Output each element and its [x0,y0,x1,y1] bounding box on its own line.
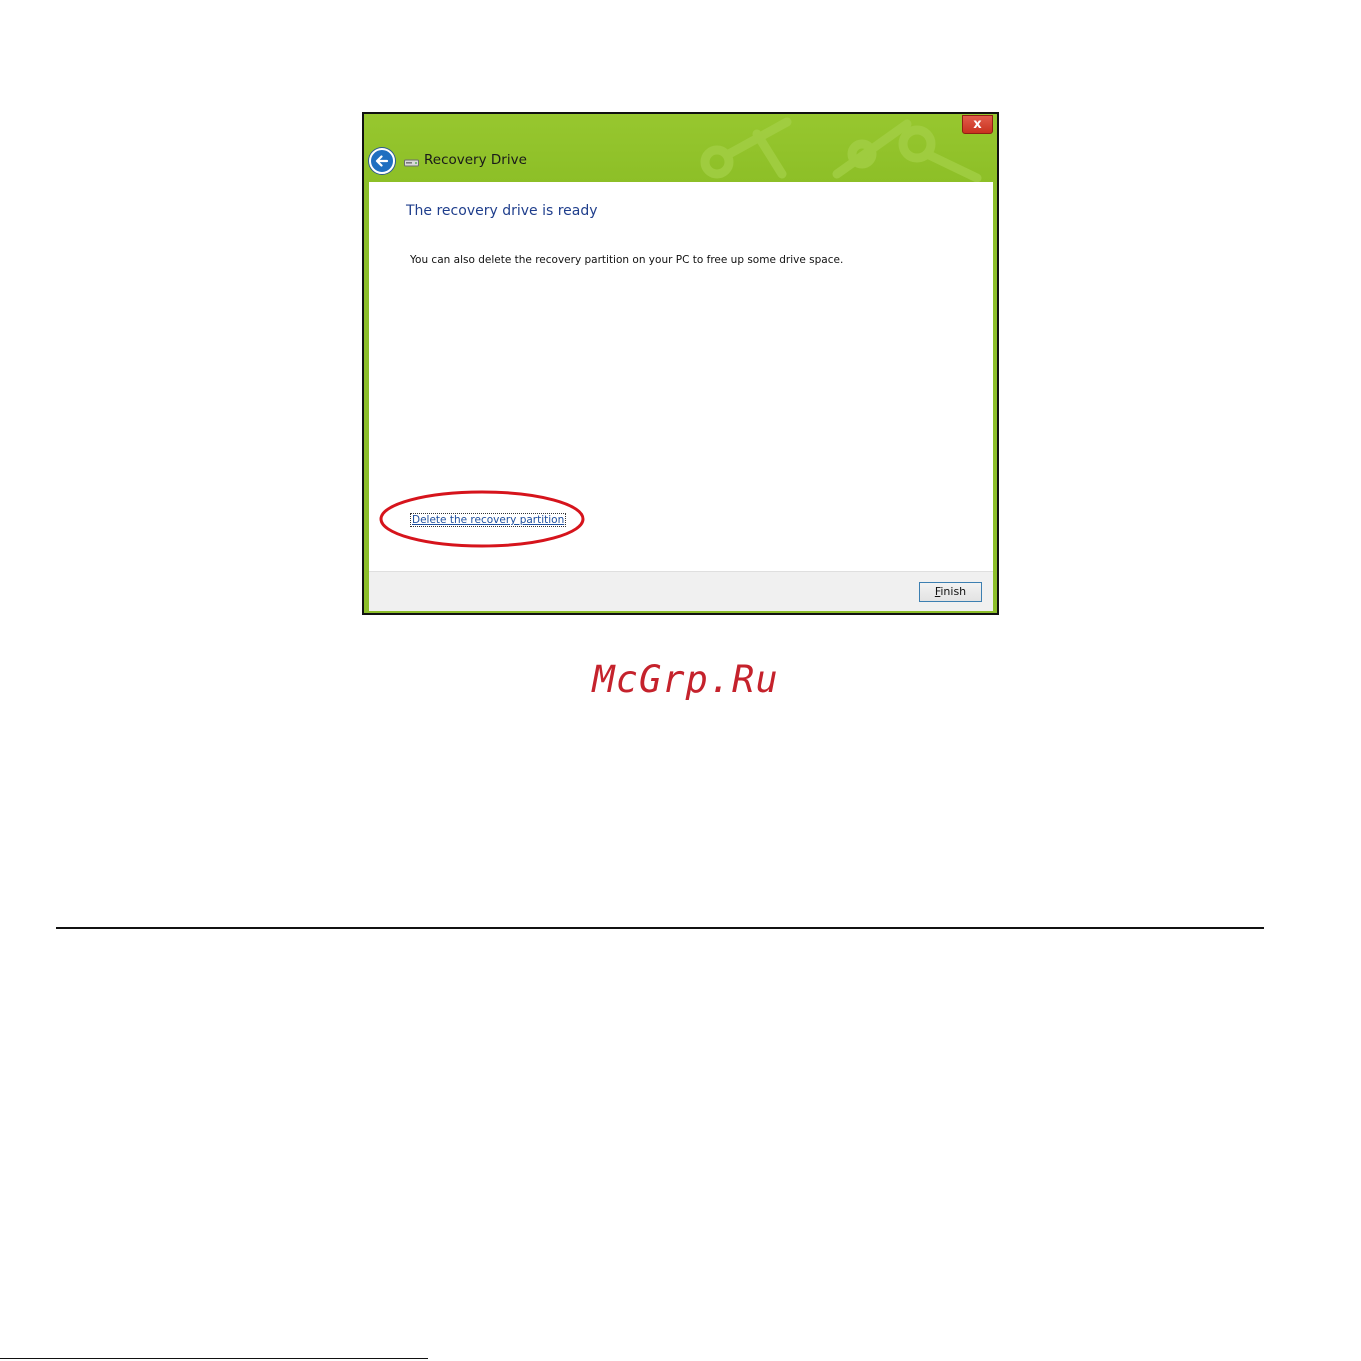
page-heading: The recovery drive is ready [406,203,598,219]
recovery-drive-window: x Recovery Drive The recovery drive is r… [362,112,999,615]
drive-icon [404,159,419,167]
finish-label: inish [940,585,967,598]
page-divider [56,927,1264,929]
title-bar: x Recovery Drive [364,114,997,182]
watermark: McGrp.Ru [592,658,779,701]
footer-bar: Finish [369,571,993,611]
delete-recovery-partition-link[interactable]: Delete the recovery partition [410,513,567,527]
close-icon: x [973,117,982,132]
content-panel: The recovery drive is ready You can also… [369,182,993,571]
finish-button[interactable]: Finish [919,582,982,602]
description-text: You can also delete the recovery partiti… [410,254,844,266]
footnote-divider [0,1358,428,1359]
back-button[interactable] [369,148,395,174]
back-arrow-icon [375,155,389,167]
window-title: Recovery Drive [424,152,527,168]
page: x Recovery Drive The recovery drive is r… [0,0,1361,1361]
close-button[interactable]: x [962,115,993,134]
titlebar-decoration [700,117,982,182]
